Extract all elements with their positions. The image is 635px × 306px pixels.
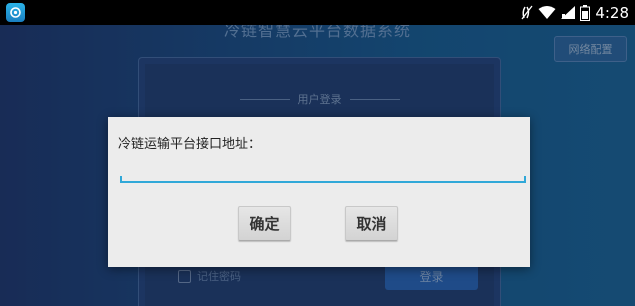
wifi-icon — [538, 5, 556, 20]
app-launcher-icon — [6, 3, 25, 22]
signal-icon — [561, 5, 576, 20]
api-address-dialog: 冷链运输平台接口地址： 确定 取消 — [108, 117, 530, 267]
status-left — [0, 3, 25, 22]
input-underline-tick-right — [524, 176, 526, 182]
nfc-icon — [521, 5, 533, 20]
ok-button[interactable]: 确定 — [238, 206, 291, 241]
cancel-button[interactable]: 取消 — [345, 206, 398, 241]
status-bar: 4:28 — [0, 0, 635, 25]
status-right: 4:28 — [521, 4, 635, 22]
dialog-label: 冷链运输平台接口地址： — [118, 137, 262, 152]
status-time: 4:28 — [595, 3, 629, 22]
battery-icon — [580, 4, 591, 21]
input-underline — [120, 181, 526, 183]
